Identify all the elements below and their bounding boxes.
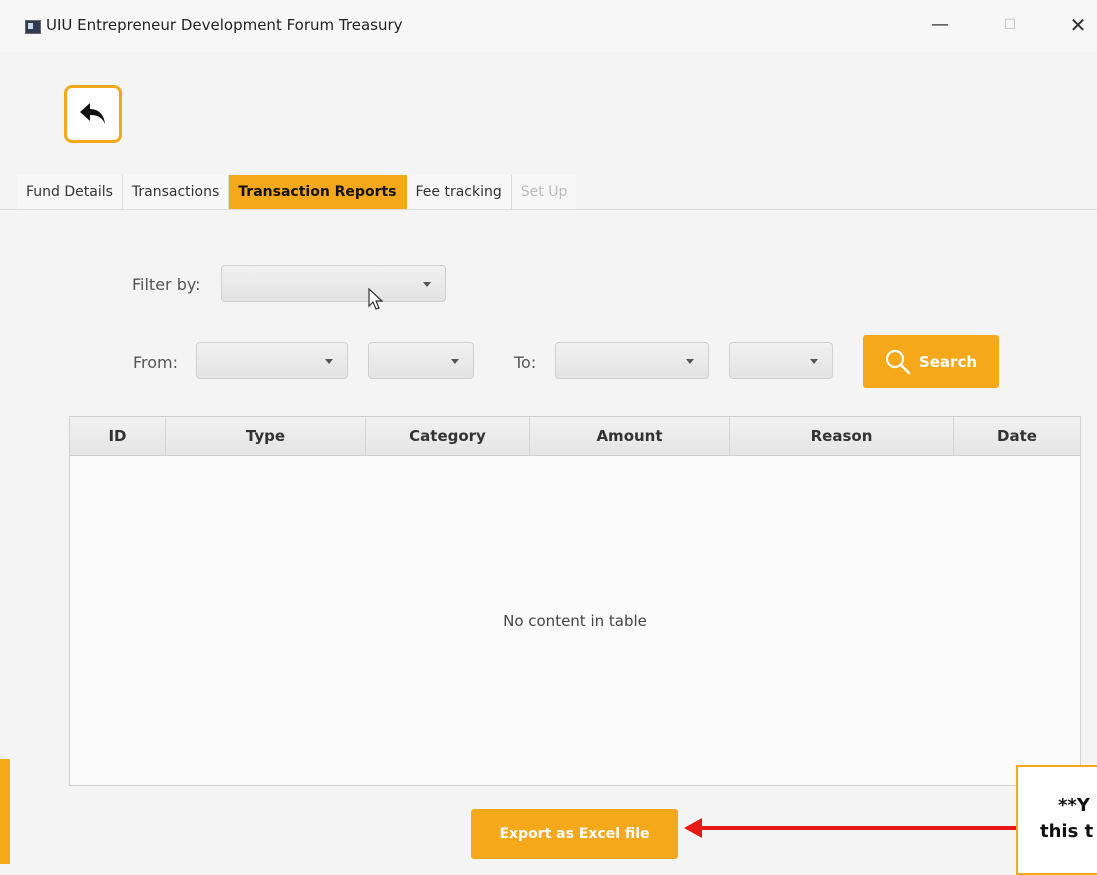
chevron-down-icon bbox=[810, 359, 818, 364]
to-label: To: bbox=[514, 353, 537, 372]
table-empty-message: No content in table bbox=[503, 612, 647, 630]
annotation-accent-bar bbox=[0, 759, 10, 864]
chevron-down-icon bbox=[451, 359, 459, 364]
tab-transactions[interactable]: Transactions bbox=[122, 175, 230, 209]
close-button[interactable]: ✕ bbox=[1063, 12, 1093, 38]
search-button-label: Search bbox=[918, 352, 978, 371]
column-header-amount[interactable]: Amount bbox=[530, 417, 730, 455]
from-month-dropdown[interactable] bbox=[196, 342, 348, 379]
tab-divider bbox=[0, 209, 1097, 210]
app-icon bbox=[25, 20, 41, 34]
column-header-category[interactable]: Category bbox=[366, 417, 530, 455]
column-header-type[interactable]: Type bbox=[166, 417, 366, 455]
filter-by-label: Filter by: bbox=[132, 275, 201, 294]
annotation-note: **Y this t bbox=[1016, 765, 1097, 875]
back-button[interactable] bbox=[64, 85, 122, 143]
column-header-reason[interactable]: Reason bbox=[730, 417, 954, 455]
from-year-dropdown[interactable] bbox=[368, 342, 474, 379]
search-icon bbox=[885, 349, 911, 374]
mouse-cursor-icon bbox=[368, 288, 384, 310]
tab-bar: Fund Details Transactions Transaction Re… bbox=[17, 175, 577, 209]
tab-fund-details[interactable]: Fund Details bbox=[17, 175, 123, 209]
column-header-date[interactable]: Date bbox=[954, 417, 1080, 455]
tab-fee-tracking[interactable]: Fee tracking bbox=[406, 175, 512, 209]
chevron-down-icon bbox=[325, 359, 333, 364]
annotation-arrow bbox=[700, 826, 1018, 830]
chevron-down-icon bbox=[686, 359, 694, 364]
filter-by-dropdown[interactable] bbox=[221, 265, 446, 302]
from-label: From: bbox=[133, 353, 179, 372]
tab-set-up: Set Up bbox=[511, 175, 577, 209]
column-header-id[interactable]: ID bbox=[70, 417, 166, 455]
to-year-dropdown[interactable] bbox=[729, 342, 833, 379]
transactions-table[interactable]: ID Type Category Amount Reason Date No c… bbox=[69, 416, 1081, 786]
chevron-down-icon bbox=[423, 282, 431, 287]
back-arrow-icon bbox=[80, 103, 105, 124]
export-excel-button[interactable]: Export as Excel file bbox=[471, 809, 678, 859]
tab-transaction-reports[interactable]: Transaction Reports bbox=[229, 175, 407, 209]
to-month-dropdown[interactable] bbox=[555, 342, 709, 379]
title-bar: UIU Entrepreneur Development Forum Treas… bbox=[0, 0, 1097, 52]
maximize-button[interactable]: ☐ bbox=[995, 12, 1025, 38]
annotation-note-line2: this t bbox=[1040, 821, 1094, 842]
window-title: UIU Entrepreneur Development Forum Treas… bbox=[46, 16, 403, 34]
table-header: ID Type Category Amount Reason Date bbox=[70, 417, 1080, 456]
search-button[interactable]: Search bbox=[863, 335, 999, 388]
minimize-button[interactable]: — bbox=[925, 12, 955, 38]
annotation-note-line1: **Y bbox=[1058, 795, 1090, 816]
